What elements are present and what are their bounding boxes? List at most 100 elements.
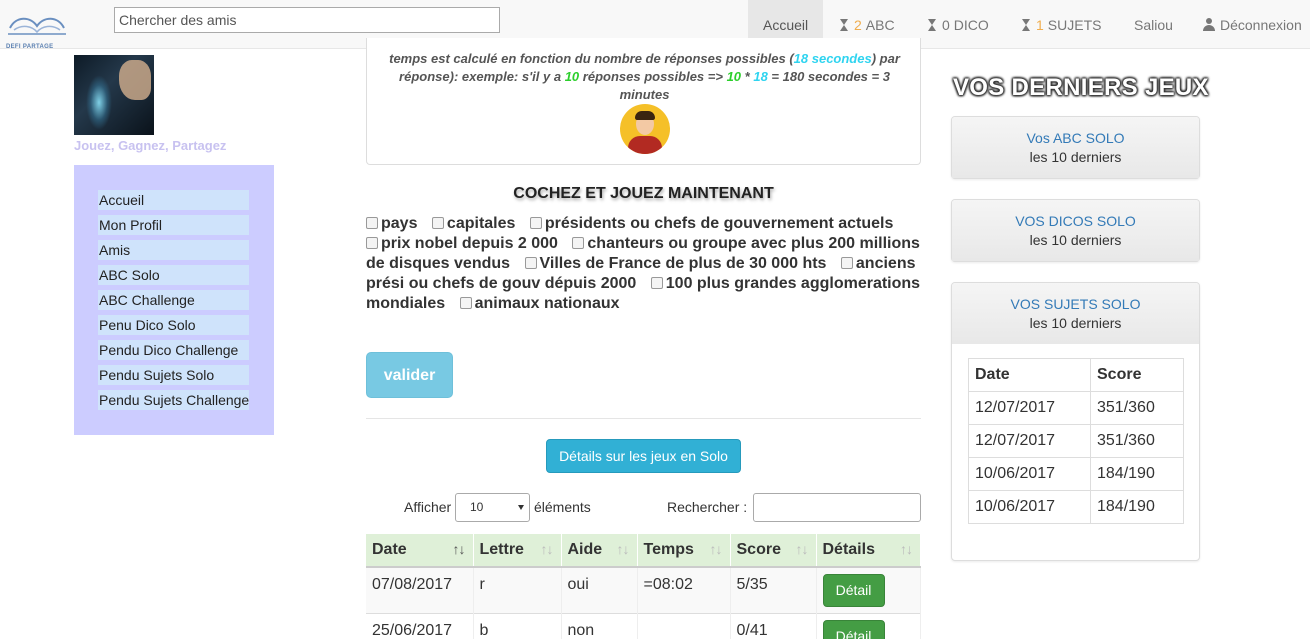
panel-subtitle: les 10 derniers	[1029, 232, 1122, 248]
rules-text: temps est calculé en fonction du nombre …	[389, 51, 900, 102]
nav-accueil-label: Accueil	[763, 16, 809, 33]
sort-icon	[541, 541, 555, 559]
cell-details: Détail	[816, 612, 921, 639]
column-header-aide[interactable]: Aide	[561, 534, 638, 568]
table-row: 12/07/2017 351/360	[968, 391, 1184, 425]
table-row: 25/06/2017 b non 0/41 Détail	[366, 612, 921, 639]
nav-sujets-label: SUJETS	[1047, 16, 1102, 33]
brand-logo[interactable]: DEFI PARTAGE	[4, 14, 70, 50]
cell-date: 12/07/2017	[968, 391, 1091, 425]
cell-lettre: b	[473, 612, 562, 639]
detail-button[interactable]: Détail	[822, 619, 885, 639]
sujets-solo-link[interactable]: VOS SUJETS SOLO	[952, 283, 1199, 312]
page-length-select[interactable]: 10	[455, 493, 530, 522]
games-table: Date Lettre Aide Temps Score Détails 07/…	[366, 534, 921, 639]
cell-date: 07/08/2017	[366, 566, 474, 613]
nav-sujets[interactable]: 1 SUJETS	[1007, 0, 1116, 49]
sidebar-item-amis[interactable]: Amis	[98, 240, 249, 260]
sidebar-item-pendu-sujets-solo[interactable]: Pendu Sujets Solo	[98, 365, 249, 385]
category-presidents[interactable]: présidents ou chefs de gouvernement actu…	[529, 215, 893, 232]
profile-picture	[74, 55, 154, 135]
panel-subtitle: les 10 derniers	[1029, 149, 1122, 165]
sidebar-item-abc-solo[interactable]: ABC Solo	[98, 265, 249, 285]
sidebar-item-abc-challenge[interactable]: ABC Challenge	[98, 290, 249, 310]
column-header-lettre[interactable]: Lettre	[473, 534, 562, 568]
checkbox[interactable]	[840, 257, 853, 269]
detail-button[interactable]: Détail	[822, 574, 885, 607]
checkbox[interactable]	[650, 277, 663, 289]
column-header-details[interactable]: Détails	[816, 534, 921, 568]
sidebar-item-mon-profil[interactable]: Mon Profil	[98, 215, 249, 235]
sort-icon	[796, 541, 810, 559]
cell-aide: non	[561, 612, 638, 639]
chevron-down-icon	[518, 505, 524, 510]
table-row: 10/06/2017 184/190	[968, 457, 1184, 491]
category-villes-france[interactable]: Villes de France de plus de 30 000 hts	[524, 255, 826, 272]
show-label: Afficher	[404, 499, 452, 515]
table-row: 10/06/2017 184/190	[968, 490, 1184, 524]
page-length-value: 10	[470, 500, 484, 514]
category-capitales[interactable]: capitales	[431, 215, 515, 232]
checkbox[interactable]	[524, 257, 537, 269]
user-icon	[1203, 18, 1215, 31]
nav-user[interactable]: Saliou	[1119, 0, 1188, 49]
dicos-solo-link[interactable]: VOS DICOS SOLO	[952, 200, 1199, 229]
recent-games-title: VOS DERNIERS JEUX	[953, 74, 1209, 101]
table-search-input[interactable]	[753, 493, 921, 522]
panel-dicos-solo: VOS DICOS SOLO les 10 derniers	[951, 199, 1200, 262]
tagline: Jouez, Gagnez, Partagez	[74, 138, 227, 153]
nav-dico-label: DICO	[953, 16, 989, 33]
nav-dico[interactable]: 0 DICO	[913, 0, 1004, 49]
hourglass-icon	[840, 18, 848, 31]
category-animaux[interactable]: animaux nationaux	[459, 295, 620, 312]
cell-details: Détail	[816, 566, 921, 613]
sidebar-item-pendu-dico-solo[interactable]: Penu Dico Solo	[98, 315, 249, 335]
cell-score: 184/190	[1090, 490, 1184, 524]
nav-logout-label: Déconnexion	[1220, 16, 1302, 33]
hourglass-icon	[1022, 18, 1030, 31]
cell-lettre: r	[473, 566, 562, 613]
sort-icon	[900, 541, 914, 559]
panel-subtitle: les 10 derniers	[1029, 315, 1122, 331]
nav-user-label: Saliou	[1134, 16, 1173, 33]
sidebar-item-accueil[interactable]: Accueil	[98, 190, 249, 210]
checkbox[interactable]	[366, 237, 378, 249]
sidebar-item-pendu-dico-challenge[interactable]: Pendu Dico Challenge	[98, 340, 249, 360]
column-header-temps[interactable]: Temps	[637, 534, 731, 568]
cell-date: 25/06/2017	[366, 612, 474, 639]
category-checkboxes: pays capitales présidents ou chefs de go…	[366, 214, 921, 314]
column-header-date: Date	[968, 358, 1091, 392]
cell-temps: =08:02	[637, 566, 731, 613]
valider-button[interactable]: valider	[366, 352, 453, 398]
cell-temps	[637, 612, 731, 639]
cell-score: 184/190	[1090, 457, 1184, 491]
checkbox[interactable]	[529, 217, 542, 229]
cell-score: 351/360	[1090, 391, 1184, 425]
column-header-date[interactable]: Date	[366, 534, 474, 568]
checkbox[interactable]	[572, 237, 585, 249]
cell-date: 10/06/2017	[968, 457, 1091, 491]
sidebar-item-pendu-sujets-challenge[interactable]: Pendu Sujets Challenge	[98, 390, 249, 410]
abc-solo-link[interactable]: Vos ABC SOLO	[952, 117, 1199, 146]
column-header-score[interactable]: Score	[730, 534, 817, 568]
elements-label: éléments	[534, 499, 591, 515]
cell-score: 351/360	[1090, 424, 1184, 458]
section-title: COCHEZ ET JOUEZ MAINTENANT	[513, 185, 774, 202]
checkbox[interactable]	[459, 297, 472, 309]
recent-scores-table: Date Score 12/07/2017 351/360 12/07/2017 3…	[968, 358, 1184, 524]
category-pays[interactable]: pays	[366, 215, 417, 232]
category-prix-nobel[interactable]: prix nobel depuis 2 000	[366, 235, 558, 252]
table-row: 12/07/2017 351/360	[968, 424, 1184, 458]
sidebar-menu: Accueil Mon Profil Amis ABC Solo ABC Cha…	[74, 165, 274, 435]
checkbox[interactable]	[431, 217, 444, 229]
panel-abc-solo: Vos ABC SOLO les 10 derniers	[951, 116, 1200, 179]
sort-icon	[617, 541, 631, 559]
search-friends-input[interactable]	[114, 7, 500, 33]
nav-logout[interactable]: Déconnexion	[1188, 0, 1310, 49]
table-search-label: Rechercher :	[667, 499, 748, 515]
checkbox[interactable]	[366, 217, 378, 229]
seconds-highlight: 18 secondes	[793, 51, 872, 66]
details-solo-button[interactable]: Détails sur les jeux en Solo	[546, 439, 741, 473]
dico-count: 0	[942, 16, 950, 33]
player-avatar	[620, 104, 670, 154]
